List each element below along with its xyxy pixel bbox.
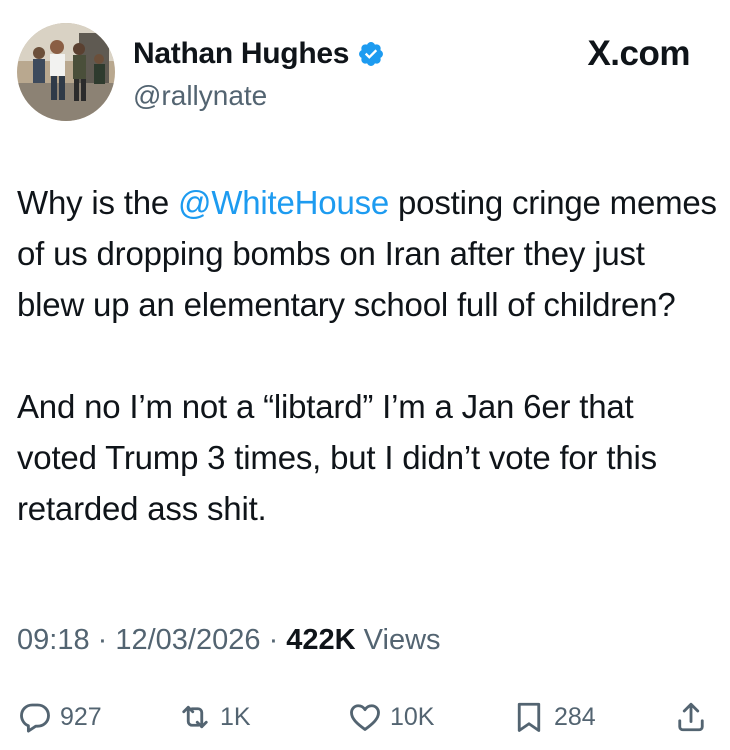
repost-icon [182,705,208,729]
tweet-date[interactable]: 12/03/2026 [115,624,260,656]
reply-icon [20,703,50,733]
like-count: 10K [390,702,435,731]
tweet-text: Why is the @WhiteHouse posting cringe me… [17,177,717,534]
bookmark-count: 284 [554,702,596,731]
repost-button[interactable]: 1K [177,696,251,738]
views-count: 422K [286,624,356,656]
verified-badge-icon [357,40,385,68]
tweet-text-segment: Why is the [17,184,179,221]
author-display-name[interactable]: Nathan Hughes [133,37,349,71]
share-icon [678,702,704,732]
tweet-paragraph-2: And no I’m not a “libtard” I’m a Jan 6er… [17,388,657,527]
action-bar: 927 1K 10K 284 [17,696,717,738]
bookmark-icon [517,702,541,732]
repost-count: 1K [220,702,251,731]
mention-link[interactable]: @WhiteHouse [178,184,389,221]
share-button[interactable] [673,696,709,738]
reply-button[interactable]: 927 [17,696,102,738]
reply-count: 927 [60,702,102,731]
avatar[interactable] [17,23,115,121]
views-label: Views [355,624,441,656]
author-name-row: Nathan Hughes [133,36,385,72]
author-handle[interactable]: @rallynate [133,80,267,112]
bookmark-button[interactable]: 284 [511,696,596,738]
like-icon [350,704,380,731]
like-button[interactable]: 10K [347,696,434,738]
site-label: X.com [587,34,690,73]
tweet-time[interactable]: 09:18 [17,624,90,656]
tweet-paragraph-1: Why is the @WhiteHouse posting cringe me… [17,177,717,330]
meta-separator: · [89,624,116,656]
meta-separator: · [260,624,287,656]
avatar-image [17,23,115,121]
tweet-meta: 09:18 · 12/03/2026 · 422K Views [17,624,441,657]
